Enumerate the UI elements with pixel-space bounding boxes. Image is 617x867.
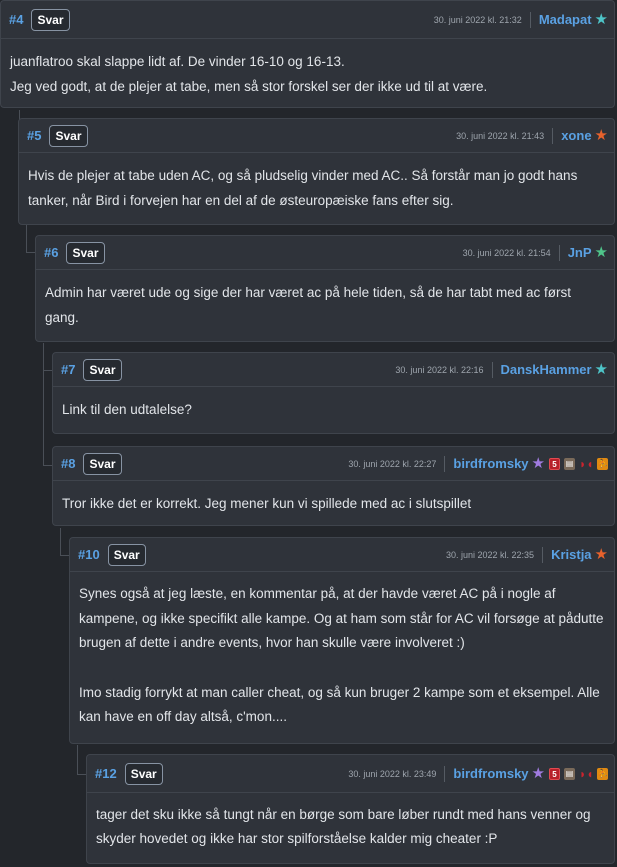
comment-number[interactable]: #8 [61,456,75,471]
comment-5: #5 Svar 30. juni 2022 kl. 21:43 xone ★ H… [18,118,615,225]
comment-date: 30. juni 2022 kl. 21:43 [456,127,554,144]
comment-text: Jeg ved godt, at de plejer at tabe, men … [10,79,488,94]
thread-line [60,528,61,555]
reply-button[interactable]: Svar [83,358,122,381]
comment-date: 30. juni 2022 kl. 22:16 [395,361,493,378]
comment-date: 30. juni 2022 kl. 21:32 [434,11,531,28]
thread-line [26,225,27,252]
comment-text: Link til den udtalelse? [62,402,192,417]
comment-number[interactable]: #10 [78,547,100,562]
shield-5-badge-icon: 5 [549,457,560,470]
comment-number[interactable]: #5 [27,128,41,143]
comment-number[interactable]: #4 [9,12,23,27]
redbull-badge-icon: ◗◖ [579,766,594,781]
comment-text: Hvis de plejer at tabe uden AC, og så pl… [28,168,578,208]
orange-star-icon: ★ [594,126,608,144]
reply-button[interactable]: Svar [83,452,122,475]
username[interactable]: DanskHammer [501,362,592,377]
comment-12: #12 Svar 30. juni 2022 kl. 23:49 birdfro… [86,754,615,864]
box-badge-icon: ▤ [564,457,575,470]
reply-button[interactable]: Svar [31,8,70,31]
comment-8: #8 Svar 30. juni 2022 kl. 22:27 birdfrom… [52,446,615,526]
orange-star-icon: ★ [594,545,608,563]
teal-star-icon: ★ [594,360,608,378]
comment-10: #10 Svar 30. juni 2022 kl. 22:35 Kristja… [69,537,615,744]
reply-button[interactable]: Svar [124,762,163,785]
purple-star-icon: ★ [531,764,545,782]
comment-number[interactable]: #12 [95,766,117,781]
username[interactable]: birdfromsky [453,456,528,471]
username[interactable]: Kristja [551,547,591,562]
redbull-badge-icon: ◗◖ [579,456,594,471]
shield-5-badge-icon: 5 [549,767,560,780]
comment-4: #4 Svar 30. juni 2022 kl. 21:32 Madapat … [0,0,615,108]
comment-date: 30. juni 2022 kl. 22:27 [348,455,446,472]
username[interactable]: Madapat [539,12,592,27]
purple-star-icon: ★ [531,454,545,472]
username[interactable]: xone [561,128,591,143]
comment-date: 30. juni 2022 kl. 21:54 [463,244,560,261]
thread-line [43,343,44,466]
comment-6: #6 Svar 30. juni 2022 kl. 21:54 JnP ★ Ad… [35,235,615,342]
comment-text: juanflatroo skal slappe lidt af. De vind… [10,54,345,69]
teal-star-icon: ★ [594,10,608,28]
green-star-icon: ★ [594,243,608,261]
thread-line [77,745,78,774]
comment-text: Admin har været ude og sige der har være… [45,285,572,325]
reply-button[interactable]: Svar [66,241,105,264]
reply-button[interactable]: Svar [107,543,146,566]
box-badge-icon: ▤ [564,767,575,780]
reply-button[interactable]: Svar [49,124,88,147]
comment-7: #7 Svar 30. juni 2022 kl. 22:16 DanskHam… [52,352,615,434]
comment-date: 30. juni 2022 kl. 22:35 [446,546,544,563]
comment-text: Imo stadig forrykt at man caller cheat, … [79,684,600,725]
runner-badge-icon: ⛹ [597,457,608,470]
comment-number[interactable]: #7 [61,362,75,377]
runner-badge-icon: ⛹ [597,767,608,780]
comment-number[interactable]: #6 [44,245,58,260]
comment-date: 30. juni 2022 kl. 23:49 [348,765,446,782]
username[interactable]: birdfromsky [453,766,528,781]
comment-text: tager det sku ikke så tungt når en børge… [96,807,591,846]
username[interactable]: JnP [568,245,592,260]
comment-text: Tror ikke det er korrekt. Jeg mener kun … [62,496,472,511]
comment-text: Synes også at jeg læste, en kommentar på… [79,586,604,650]
